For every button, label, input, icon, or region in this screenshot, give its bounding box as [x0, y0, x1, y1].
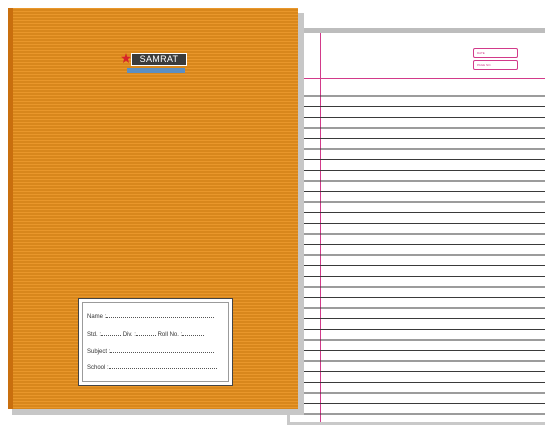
- cover-spine: [8, 8, 13, 409]
- name-label-box: Name : Std. : Div. : Roll No. : Subject …: [78, 298, 233, 386]
- notebook-cover: SAMRAT Name : Std. : Div. : Roll No. : S…: [8, 8, 298, 409]
- school-label: School :: [87, 365, 109, 371]
- page-top-edge: [290, 28, 545, 33]
- school-field: School :: [87, 363, 217, 371]
- name-label: Name :: [87, 314, 107, 320]
- name-field: Name :: [87, 312, 215, 320]
- roll-no-label: Roll No. :: [157, 332, 183, 338]
- page-header-boxes: DATE PAGE NO.: [473, 48, 518, 72]
- div-line: [135, 330, 156, 336]
- ruled-lines: [290, 86, 545, 422]
- brand-name: SAMRAT: [131, 53, 187, 66]
- page-no-box: PAGE NO.: [473, 60, 518, 70]
- header-margin-line: [290, 78, 545, 79]
- std-line: [101, 330, 122, 336]
- star-logo-icon: [121, 53, 131, 63]
- subject-label: Subject :: [87, 349, 111, 355]
- school-line: [108, 363, 217, 369]
- ruled-page: DATE PAGE NO.: [290, 28, 545, 422]
- roll-no-line: [182, 330, 205, 336]
- div-label: Div. :: [122, 332, 136, 338]
- subject-field: Subject :: [87, 347, 215, 355]
- subject-line: [110, 347, 215, 353]
- date-box: DATE: [473, 48, 518, 58]
- brand-tagline-strip: [127, 68, 185, 73]
- std-label: Std. :: [87, 332, 102, 338]
- std-div-roll-field: Std. : Div. : Roll No. :: [87, 330, 205, 338]
- name-line: [106, 312, 215, 318]
